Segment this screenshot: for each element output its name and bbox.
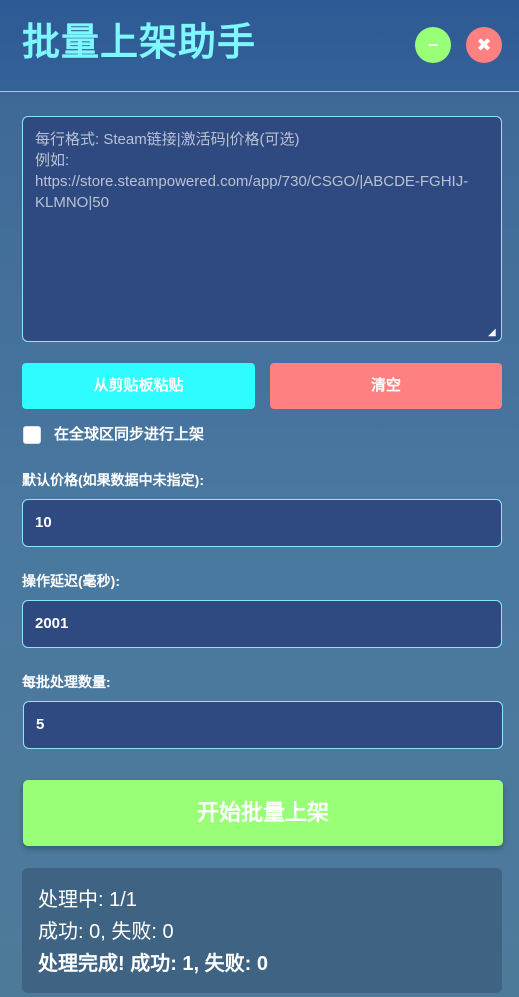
delay-input[interactable]: 2001 — [22, 600, 502, 648]
app-header: 批量上架助手 − ✖ — [0, 0, 519, 92]
global-sync-checkbox[interactable] — [23, 426, 41, 444]
delay-label: 操作延迟(毫秒): — [22, 573, 120, 589]
batch-data-input[interactable] — [22, 116, 502, 342]
status-panel: 处理中: 1/1 成功: 0, 失败: 0 处理完成! 成功: 1, 失败: 0 — [22, 868, 502, 993]
status-progress: 处理中: 1/1 — [38, 889, 137, 911]
app-title: 批量上架助手 — [22, 22, 257, 64]
paste-from-clipboard-button[interactable]: 从剪贴板粘贴 — [22, 363, 255, 409]
batch-size-input[interactable]: 5 — [23, 701, 503, 749]
close-icon: ✖ — [476, 35, 492, 55]
global-sync-label: 在全球区同步进行上架 — [54, 426, 205, 443]
clear-button[interactable]: 清空 — [270, 363, 502, 409]
default-price-input[interactable]: 10 — [22, 499, 502, 547]
start-batch-listing-button[interactable]: 开始批量上架 — [23, 780, 503, 846]
default-price-label: 默认价格(如果数据中未指定): — [22, 472, 204, 488]
batch-size-label: 每批处理数量: — [22, 674, 111, 690]
close-button[interactable]: ✖ — [466, 27, 502, 63]
status-complete: 处理完成! 成功: 1, 失败: 0 — [38, 953, 269, 975]
minimize-icon: − — [427, 35, 439, 55]
resize-grip-icon[interactable]: ◢ — [488, 328, 498, 338]
minimize-button[interactable]: − — [415, 27, 451, 63]
status-counts: 成功: 0, 失败: 0 — [38, 921, 174, 943]
